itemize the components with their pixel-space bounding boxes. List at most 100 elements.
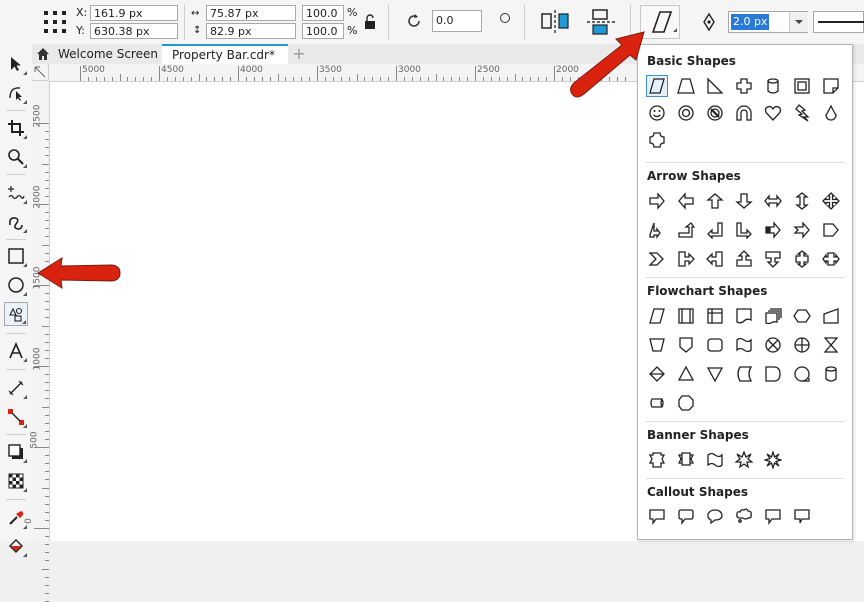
pentagon-arrow-icon[interactable] [820,219,842,241]
flow-alternate-process-icon[interactable] [704,334,726,356]
down-arrow-icon[interactable] [733,190,755,212]
perfect-shapes-picker[interactable] [640,5,680,39]
flow-collate-icon[interactable] [820,334,842,356]
donut-shape-icon[interactable] [675,102,697,124]
interactive-fill-icon[interactable] [4,534,28,558]
arch-shape-icon[interactable] [733,102,755,124]
x-position-field[interactable]: 161.9 px [90,5,178,21]
flow-stored-data-icon[interactable] [733,363,755,385]
flow-predefined-process-icon[interactable] [675,305,697,327]
up-down-arrow-callout-icon[interactable] [791,248,813,270]
trapezoid-shape-icon[interactable] [675,75,697,97]
flow-document-icon[interactable] [733,305,755,327]
plaque-shape-icon[interactable] [646,129,668,151]
flow-manual-input-icon[interactable] [820,305,842,327]
crop-tool-icon[interactable] [4,116,28,140]
text-tool-icon[interactable] [4,339,28,363]
callout-rounded-icon[interactable] [675,505,697,527]
flow-direct-access-icon[interactable] [646,392,668,414]
drop-shadow-tool-icon[interactable] [4,440,28,464]
right-triangle-shape-icon[interactable] [704,75,726,97]
cross-shape-icon[interactable] [733,75,755,97]
flow-magnetic-disk-icon[interactable] [820,363,842,385]
lock-ratio-icon[interactable] [364,14,376,30]
flow-summing-junction-icon[interactable] [762,334,784,356]
right-arrow-callout-icon[interactable] [675,248,697,270]
callout-oval-icon[interactable] [704,505,726,527]
parallelogram-shape-icon[interactable] [646,75,668,97]
folded-corner-shape-icon[interactable] [820,75,842,97]
up-arrow-icon[interactable] [704,190,726,212]
height-field[interactable]: 82.9 px [206,23,296,39]
common-shapes-tool-icon[interactable] [4,302,28,326]
shape-tool-icon[interactable] [4,81,28,105]
cylinder-shape-icon[interactable] [762,75,784,97]
flow-merge-icon[interactable] [704,363,726,385]
lightning-shape-icon[interactable] [791,102,813,124]
flow-sequential-access-icon[interactable] [791,363,813,385]
callout-rectangle-icon[interactable] [646,505,668,527]
ellipse-tool-icon[interactable] [4,273,28,297]
y-position-field[interactable]: 630.38 px [90,23,178,39]
ruler-origin[interactable] [32,64,49,81]
smiley-shape-icon[interactable] [646,102,668,124]
left-arrow-callout-icon[interactable] [704,248,726,270]
pick-tool-icon[interactable] [4,52,28,76]
teardrop-shape-icon[interactable] [820,102,842,124]
tab-welcome-screen[interactable]: Welcome Screen [32,44,162,64]
transparency-tool-icon[interactable] [4,469,28,493]
dimension-tool-icon[interactable] [4,376,28,400]
flow-delay-icon[interactable] [762,363,784,385]
zoom-tool-icon[interactable] [4,145,28,169]
callout-line-icon[interactable] [762,505,784,527]
left-right-arrow-icon[interactable] [762,190,784,212]
banner-ribbon-down-icon[interactable] [675,449,697,471]
connector-tool-icon[interactable] [4,405,28,429]
flow-display-icon[interactable] [675,392,697,414]
left-right-arrow-callout-icon[interactable] [820,248,842,270]
up-down-arrow-icon[interactable] [791,190,813,212]
up-arrow-callout-icon[interactable] [733,248,755,270]
flow-extract-icon[interactable] [675,363,697,385]
scale-height-field[interactable]: 100.0 [302,23,344,39]
banner-starburst-icon[interactable] [762,449,784,471]
bent-up-arrow-icon[interactable] [675,219,697,241]
flow-manual-operation-icon[interactable] [646,334,668,356]
rotation-field[interactable]: 0.0 [432,10,482,32]
flow-sort-icon[interactable] [646,363,668,385]
chevron-down-icon[interactable] [789,12,808,32]
reference-point-icon[interactable] [42,9,68,35]
bent-left-arrow-icon[interactable] [704,219,726,241]
callout-cloud-icon[interactable] [733,505,755,527]
bent-right-arrow-icon[interactable] [733,219,755,241]
line-style-select[interactable] [813,11,864,33]
outline-width-select[interactable]: 2.0 px [728,11,808,33]
chevron-arrow-icon[interactable] [646,248,668,270]
heart-shape-icon[interactable] [762,102,784,124]
callout-line-border-icon[interactable] [791,505,813,527]
banner-wave-icon[interactable] [704,449,726,471]
flow-punched-tape-icon[interactable] [733,334,755,356]
notched-right-arrow-icon[interactable] [791,219,813,241]
flow-internal-storage-icon[interactable] [704,305,726,327]
flow-data-icon[interactable] [646,305,668,327]
tab-property-bar[interactable]: Property Bar.cdr* [162,44,288,64]
width-field[interactable]: 75.87 px [206,5,296,21]
left-right-up-arrow-icon[interactable] [646,219,668,241]
rectangle-tool-icon[interactable] [4,244,28,268]
left-arrow-icon[interactable] [675,190,697,212]
quad-arrow-icon[interactable] [820,190,842,212]
scale-width-field[interactable]: 100.0 [302,5,344,21]
no-symbol-shape-icon[interactable] [704,102,726,124]
right-arrow-icon[interactable] [646,190,668,212]
flow-or-icon[interactable] [791,334,813,356]
banner-explosion-icon[interactable] [733,449,755,471]
down-arrow-callout-icon[interactable] [762,248,784,270]
artistic-media-icon[interactable] [4,210,28,234]
banner-ribbon-icon[interactable] [646,449,668,471]
flow-off-page-connector-icon[interactable] [675,334,697,356]
add-tab-button[interactable]: + [288,44,310,64]
striped-right-arrow-icon[interactable] [762,219,784,241]
frame-shape-icon[interactable] [791,75,813,97]
flow-multidocument-icon[interactable] [762,305,784,327]
